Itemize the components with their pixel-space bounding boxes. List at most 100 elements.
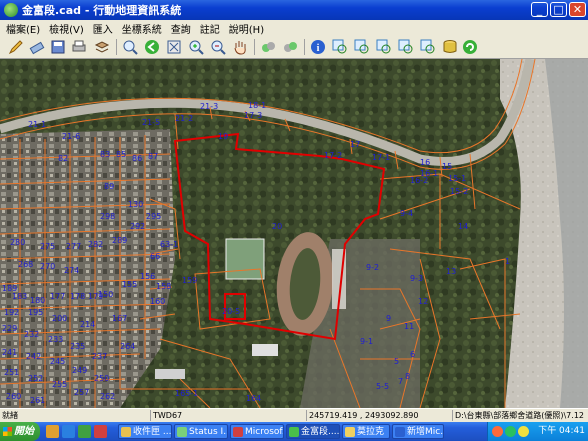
svg-text:179: 179 xyxy=(88,292,103,301)
svg-text:160: 160 xyxy=(150,297,165,306)
select-window2-icon[interactable] xyxy=(354,39,370,55)
svg-text:9-4: 9-4 xyxy=(400,209,413,218)
svg-text:229: 229 xyxy=(2,324,17,333)
query2-icon[interactable] xyxy=(282,39,298,55)
system-tray: 下午 04:41 xyxy=(487,422,588,441)
svg-text:255: 255 xyxy=(52,380,67,389)
database-icon[interactable] xyxy=(442,39,458,55)
select-window4-icon[interactable] xyxy=(398,39,414,55)
taskbar: 開始 收件匣 ... Status I... Microsof... 金富段..… xyxy=(0,422,588,441)
task-status[interactable]: Status I... xyxy=(174,424,228,439)
status-file-path: D:\台東縣\部落鄉舍道路(優照)\7.12 xyxy=(452,410,588,421)
svg-text:292: 292 xyxy=(130,222,145,231)
svg-text:82: 82 xyxy=(58,154,68,163)
menu-coordinate-system[interactable]: 坐標系統 xyxy=(122,21,162,36)
svg-text:280: 280 xyxy=(10,238,25,247)
quicklaunch-ie-icon[interactable] xyxy=(62,425,75,438)
task-inbox[interactable]: 收件匣 ... xyxy=(118,424,172,439)
maximize-button[interactable]: □ xyxy=(550,2,567,17)
svg-text:178: 178 xyxy=(70,292,85,301)
quicklaunch-app-icon[interactable] xyxy=(94,425,107,438)
svg-text:232: 232 xyxy=(24,330,39,339)
select-window3-icon[interactable] xyxy=(376,39,392,55)
minimize-button[interactable]: _ xyxy=(531,2,548,17)
svg-text:274: 274 xyxy=(64,266,79,275)
task-label: Status I... xyxy=(189,427,228,437)
menu-file[interactable]: 檔案(E) xyxy=(6,21,40,36)
svg-text:264: 264 xyxy=(120,342,135,351)
menu-query[interactable]: 查詢 xyxy=(171,21,191,36)
print-icon[interactable] xyxy=(71,39,87,55)
svg-text:12: 12 xyxy=(418,297,428,306)
svg-text:268: 268 xyxy=(18,260,33,269)
tray-volume-icon[interactable] xyxy=(518,426,529,437)
task-label: Microsof... xyxy=(245,427,283,437)
svg-text:21-5: 21-5 xyxy=(142,118,160,127)
svg-text:156: 156 xyxy=(140,272,155,281)
task-label: 新增Mic... xyxy=(407,427,444,437)
menu-annotation[interactable]: 註記 xyxy=(200,21,220,36)
pan-icon[interactable] xyxy=(232,39,248,55)
gis-app-icon xyxy=(289,427,299,437)
svg-text:155: 155 xyxy=(122,280,137,289)
svg-text:16: 16 xyxy=(420,158,430,167)
svg-text:87: 87 xyxy=(148,152,158,161)
pencil-icon[interactable] xyxy=(8,39,24,55)
svg-text:15-2: 15-2 xyxy=(450,187,468,196)
svg-text:235: 235 xyxy=(70,342,85,351)
svg-text:241: 241 xyxy=(2,348,17,357)
zoom-in-icon[interactable] xyxy=(188,39,204,55)
query-icon[interactable] xyxy=(260,39,276,55)
tray-app-icon[interactable] xyxy=(492,426,503,437)
svg-text:130: 130 xyxy=(128,200,143,209)
svg-text:295: 295 xyxy=(146,212,161,221)
menu-import[interactable]: 匯入 xyxy=(93,21,113,36)
svg-text:177: 177 xyxy=(50,292,65,301)
svg-text:8: 8 xyxy=(405,372,410,381)
svg-text:180: 180 xyxy=(30,296,45,305)
office-icon xyxy=(233,427,243,437)
task-new-microsoft[interactable]: 新增Mic... xyxy=(392,424,444,439)
svg-text:21-2: 21-2 xyxy=(175,114,193,123)
refresh-icon[interactable] xyxy=(462,39,478,55)
menu-help[interactable]: 說明(H) xyxy=(229,21,264,36)
status-coordinates: 245719.419 , 2493092.890 xyxy=(306,410,449,421)
layers-icon[interactable] xyxy=(94,39,110,55)
task-gis[interactable]: 金富段.... xyxy=(286,424,340,439)
tray-network-icon[interactable] xyxy=(505,426,516,437)
title-bar: 金富段.cad - 行動地理資訊系統 _ □ ✕ xyxy=(0,0,588,20)
task-morakot[interactable]: 莫拉克 xyxy=(342,424,390,439)
svg-text:282: 282 xyxy=(88,240,103,249)
quicklaunch-desktop-icon[interactable] xyxy=(78,425,91,438)
select-window5-icon[interactable] xyxy=(420,39,436,55)
svg-text:200: 200 xyxy=(52,314,67,323)
select-window-icon[interactable] xyxy=(332,39,348,55)
info-icon[interactable]: i xyxy=(310,39,326,55)
zoom-window-icon[interactable] xyxy=(122,39,138,55)
zoom-out-icon[interactable] xyxy=(210,39,226,55)
start-button[interactable]: 開始 xyxy=(0,422,40,441)
svg-text:252: 252 xyxy=(28,374,43,383)
svg-text:262: 262 xyxy=(100,392,115,401)
back-icon[interactable] xyxy=(144,39,160,55)
full-extent-icon[interactable] xyxy=(166,39,182,55)
close-button[interactable]: ✕ xyxy=(569,2,586,17)
task-label: 收件匣 ... xyxy=(133,427,172,437)
save-icon[interactable] xyxy=(50,39,66,55)
eraser-icon[interactable] xyxy=(29,39,45,55)
svg-text:245: 245 xyxy=(50,357,65,366)
task-microsoft[interactable]: Microsof... xyxy=(230,424,284,439)
menu-view[interactable]: 檢視(V) xyxy=(49,21,84,36)
svg-text:9: 9 xyxy=(386,314,391,323)
svg-text:66: 66 xyxy=(150,252,160,261)
svg-text:189: 189 xyxy=(2,284,17,293)
map-view[interactable]: 21-3 18-1 17-3 19 21-2 21-5 21-1 21-6 17-2 17 1… xyxy=(0,59,588,408)
quicklaunch-outlook-icon[interactable] xyxy=(46,425,59,438)
svg-text:21-3: 21-3 xyxy=(200,102,218,111)
menu-bar: 檔案(E) 檢視(V) 匯入 坐標系統 查詢 註記 說明(H) xyxy=(0,20,588,36)
svg-text:214: 214 xyxy=(80,320,95,329)
svg-text:21-1: 21-1 xyxy=(28,120,46,129)
svg-text:11: 11 xyxy=(404,322,414,331)
svg-text:260: 260 xyxy=(6,392,21,401)
svg-text:20: 20 xyxy=(272,222,282,231)
